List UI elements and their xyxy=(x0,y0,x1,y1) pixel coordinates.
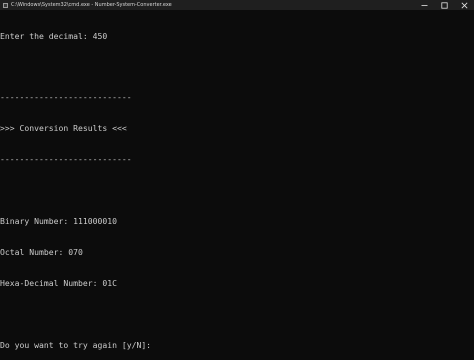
cmd-app-icon xyxy=(3,2,8,8)
results-heading: >>> Conversion Results <<< xyxy=(0,123,127,134)
close-icon xyxy=(461,2,467,8)
window-controls xyxy=(414,0,474,10)
try-again-prompt: Do you want to try again [y/N]: xyxy=(0,339,152,350)
window-title: C:\Windows\System32\cmd.exe - Number-Sys… xyxy=(11,2,172,8)
window-titlebar[interactable]: C:\Windows\System32\cmd.exe - Number-Sys… xyxy=(0,0,474,10)
console-output[interactable]: Enter the decimal: 450 -----------------… xyxy=(0,10,474,350)
octal-result: Octal Number: 070 xyxy=(0,246,83,257)
maximize-icon xyxy=(440,1,448,9)
prompt-enter-decimal: Enter the decimal: 450 xyxy=(0,30,108,41)
binary-result: Binary Number: 111000010 xyxy=(0,215,117,226)
hex-result: Hexa-Decimal Number: 01C xyxy=(0,277,117,288)
maximize-button[interactable] xyxy=(434,0,454,10)
close-button[interactable] xyxy=(454,0,474,10)
separator-line-bottom: --------------------------- xyxy=(0,154,132,165)
minimize-icon xyxy=(421,4,427,6)
minimize-button[interactable] xyxy=(414,0,434,10)
separator-line-top: --------------------------- xyxy=(0,92,132,103)
